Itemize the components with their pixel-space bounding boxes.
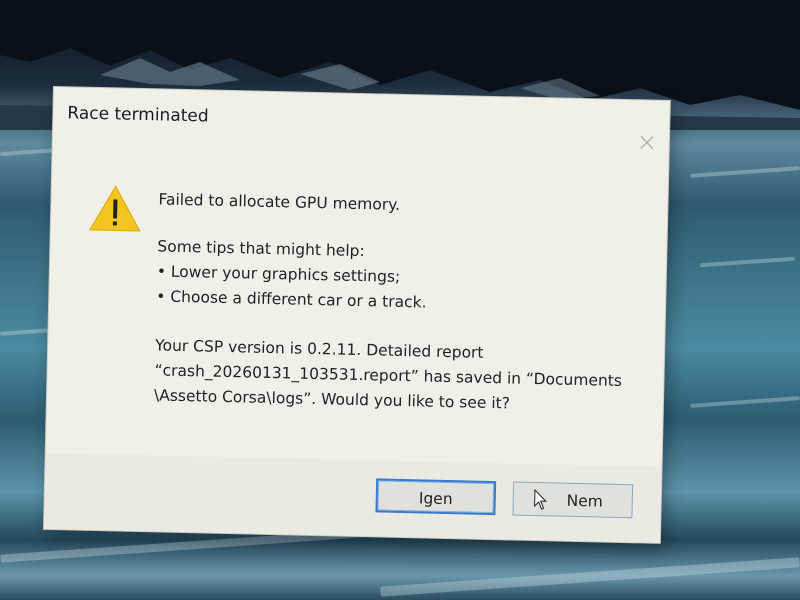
dialog-title: Race terminated xyxy=(67,103,209,127)
yes-button-label: Igen xyxy=(418,489,453,509)
dialog-button-bar: Igen Nem xyxy=(43,452,662,543)
ice-streak xyxy=(0,147,61,157)
ice-streak xyxy=(380,557,800,597)
ice-streak xyxy=(0,328,51,336)
no-button-label: Nem xyxy=(566,491,604,511)
dialog-message: Failed to allocate GPU memory. Some tips… xyxy=(154,187,639,419)
mouse-pointer-icon xyxy=(534,488,547,510)
no-button[interactable]: Nem xyxy=(512,481,634,519)
yes-button[interactable]: Igen xyxy=(375,478,497,516)
ice-streak xyxy=(699,256,796,268)
close-icon xyxy=(640,135,654,150)
ice-streak xyxy=(689,166,800,178)
message-dialog: Race terminated Failed to allocate GPU m… xyxy=(43,87,670,543)
ice-streak xyxy=(689,396,800,408)
close-button[interactable] xyxy=(635,130,660,155)
warning-triangle-icon xyxy=(88,185,141,232)
